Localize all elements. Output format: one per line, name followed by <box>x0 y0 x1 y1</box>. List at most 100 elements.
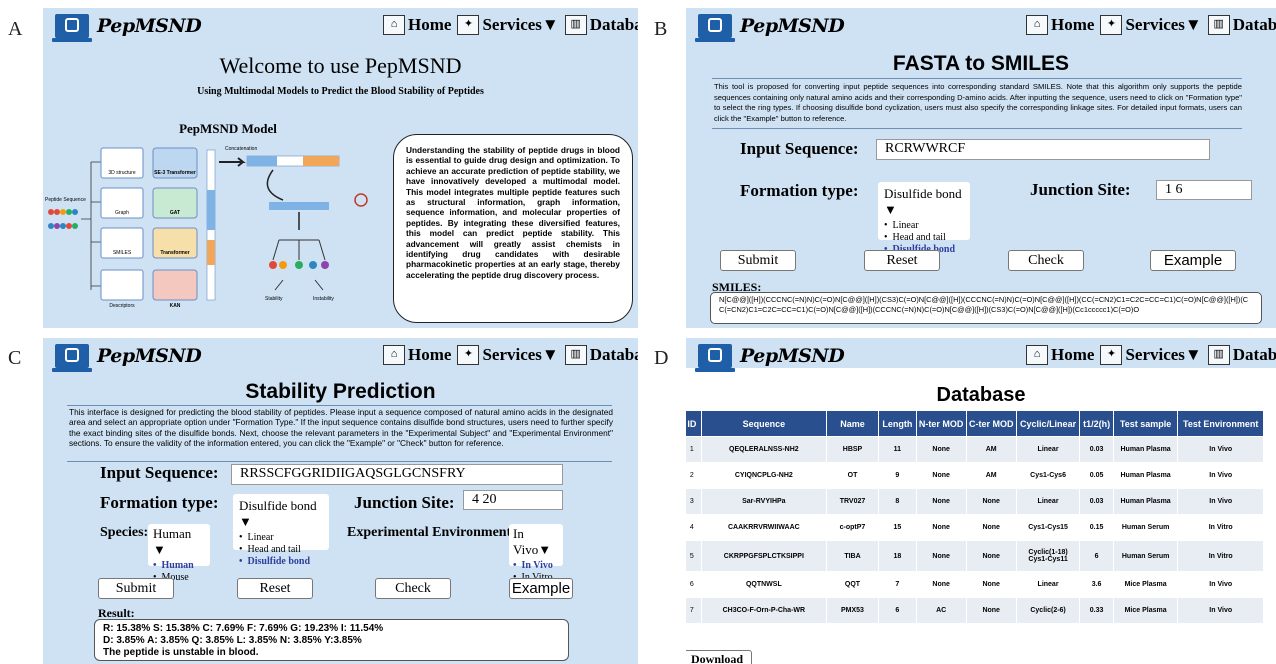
formation-type-label: Formation type: <box>740 181 859 200</box>
panel-database: PepMSND ⌂Home ✦Services▼ ▥Database Datab… <box>686 338 1276 664</box>
species-label: Species: <box>100 525 149 540</box>
table-cell: None <box>915 571 967 598</box>
environment-selected: In Vivo▼ <box>513 526 552 557</box>
table-cell: In Vitro <box>1177 540 1264 572</box>
option-in-vivo[interactable]: In Vivo <box>513 560 559 572</box>
header-logo[interactable]: PepMSND <box>52 344 202 372</box>
panel-label-c: C <box>8 347 22 369</box>
nav-services[interactable]: ✦ Services▼ <box>457 15 559 35</box>
example-button[interactable]: Example <box>509 578 573 599</box>
nav-home[interactable]: ⌂ Home <box>1026 345 1094 365</box>
table-cell: Human Plasma <box>1112 462 1179 489</box>
table-cell: 2 <box>686 462 702 489</box>
table-cell: Human Serum <box>1112 540 1179 572</box>
table-row[interactable]: 4 CAAKRRVRWIIWAAC c-optP7 15 None None Cys1-Cy… <box>686 514 1264 541</box>
col-test-environment[interactable]: Test Environment <box>1177 410 1264 437</box>
table-cell: 0.33 <box>1079 597 1114 624</box>
table-cell: Linear <box>1015 571 1081 598</box>
table-cell: 0.03 <box>1079 436 1114 463</box>
option-head-tail[interactable]: Head and tail <box>239 544 323 556</box>
table-cell: 0.05 <box>1079 462 1114 489</box>
option-human[interactable]: Human <box>153 560 205 572</box>
nav-database[interactable]: ▥Database <box>564 15 638 35</box>
reset-button[interactable]: Reset <box>864 250 940 271</box>
col-cyclic[interactable]: Cyclic/Linear <box>1015 410 1081 437</box>
table-cell: None <box>915 488 967 515</box>
download-button[interactable]: Download <box>686 650 752 664</box>
check-button[interactable]: Check <box>375 578 451 599</box>
check-button[interactable]: Check <box>1008 250 1084 271</box>
table-row[interactable]: 6 QQTNWSL QQT 7 None None Linear 3.6 Mice Plasma… <box>686 571 1264 598</box>
table-cell: 0.15 <box>1079 514 1114 541</box>
formation-type-dropdown[interactable]: Disulfide bond ▼ Linear Head and tail Di… <box>233 494 329 567</box>
table-row[interactable]: 1 QEQLERALNSS-NH2 HBSP 11 None AM Linear 0.03 Hu… <box>686 436 1264 463</box>
laptop-logo-icon <box>695 344 735 372</box>
nav-services[interactable]: ✦ Services▼ <box>1100 15 1202 35</box>
logo-text: PepMSND <box>97 15 202 37</box>
nav-home[interactable]: ⌂ Home <box>1026 15 1094 35</box>
header-logo[interactable]: PepMSND <box>52 14 202 42</box>
table-cell: HBSP <box>825 436 880 463</box>
table-row[interactable]: 7 CH3CO-F-Orn-P-Cha-WR PMX53 6 AC None Cyclic(… <box>686 597 1264 624</box>
nav-home-label: Home <box>1051 15 1095 34</box>
sequence-input[interactable]: RRSSCFGGRIDIIGAQSGLGCNSFRY <box>231 464 563 485</box>
logo-text: PepMSND <box>740 15 845 37</box>
nav-database-label: Database <box>1232 345 1276 364</box>
title-divider <box>712 78 1242 79</box>
result-line-2: D: 3.85% A: 3.85% Q: 3.85% L: 3.85% N: 3… <box>103 635 362 646</box>
table-cell: QEQLERALNSS-NH2 <box>700 436 827 463</box>
formation-type-label: Formation type: <box>100 493 219 512</box>
model-gat: GAT <box>170 210 180 216</box>
option-linear[interactable]: Linear <box>884 220 964 232</box>
junction-site-input[interactable]: 1 6 <box>1156 180 1252 200</box>
nav-home[interactable]: ⌂ Home <box>383 15 451 35</box>
nav-database[interactable]: ▥Database <box>1207 15 1276 35</box>
table-cell: 1 <box>686 436 702 463</box>
submit-button[interactable]: Submit <box>98 578 174 599</box>
formation-type-dropdown[interactable]: Disulfide bond ▼ Linear Head and tail Di… <box>878 182 970 255</box>
col-half-life[interactable]: t1/2(h) <box>1079 410 1114 437</box>
col-name[interactable]: Name <box>825 410 880 437</box>
header-logo[interactable]: PepMSND <box>695 14 845 42</box>
col-test-sample[interactable]: Test sample <box>1112 410 1179 437</box>
col-cter[interactable]: C-ter MOD <box>965 410 1017 437</box>
submit-button[interactable]: Submit <box>720 250 796 271</box>
nav-services[interactable]: ✦ Services▼ <box>1100 345 1202 365</box>
species-dropdown[interactable]: Human ▼ Human Mouse <box>148 524 210 583</box>
option-disulfide[interactable]: Disulfide bond <box>239 556 323 568</box>
smiles-output[interactable]: N[C@@]([H])(CCCNC(=N)N)C(=O)N[C@@]([H])(… <box>710 292 1262 324</box>
option-linear[interactable]: Linear <box>239 532 323 544</box>
option-head-tail[interactable]: Head and tail <box>884 232 964 244</box>
table-cell: Cyclic(1-18) Cys1-Cys11 <box>1015 540 1081 572</box>
col-sequence[interactable]: Sequence <box>700 410 827 437</box>
col-id[interactable]: ID <box>686 410 702 437</box>
species-selected: Human ▼ <box>153 526 192 557</box>
panel-home: PepMSND ⌂Home ✦Services▼ ▥Database Welco… <box>43 8 638 328</box>
home-icon: ⌂ <box>1026 345 1048 365</box>
services-icon: ✦ <box>457 345 480 365</box>
home-icon: ⌂ <box>383 345 405 365</box>
nav-bar: ⌂Home ✦Services▼ ▥Database <box>1026 345 1276 365</box>
table-cell: AM <box>965 462 1017 489</box>
table-row[interactable]: 3 Sar-RVYIHPa TRV027 8 None None Linear 0.03 Hum… <box>686 488 1264 515</box>
table-cell: 9 <box>878 462 917 489</box>
col-length[interactable]: Length <box>878 410 917 437</box>
example-button[interactable]: Example <box>1150 250 1236 271</box>
header-logo[interactable]: PepMSND <box>695 344 845 372</box>
table-row[interactable]: 5 CKRPPGFSPLCTKSIPPI TIBA 18 None None Cyclic(… <box>686 540 1264 572</box>
reset-button[interactable]: Reset <box>237 578 313 599</box>
nav-database[interactable]: ▥Database <box>1207 345 1276 365</box>
nav-database[interactable]: ▥Database <box>564 345 638 365</box>
nav-home[interactable]: ⌂ Home <box>383 345 451 365</box>
junction-site-input[interactable]: 4 20 <box>463 490 563 510</box>
nav-services-label: Services▼ <box>1125 345 1202 364</box>
col-nter[interactable]: N-ter MOD <box>915 410 967 437</box>
page-title: Welcome to use PepMSND <box>219 53 462 78</box>
nav-services[interactable]: ✦ Services▼ <box>457 345 559 365</box>
formation-selected: Disulfide bond ▼ <box>884 186 962 217</box>
sequence-input[interactable]: RCRWWRCF <box>876 139 1210 160</box>
environment-dropdown[interactable]: In Vivo▼ In Vivo In Vitro <box>509 524 563 583</box>
output-stability: Stability <box>265 296 283 302</box>
table-row[interactable]: 2 CYIQNCPLG-NH2 OT 9 None AM Cys1-Cys6 0.05 Huma… <box>686 462 1264 489</box>
junction-site-label: Junction Site: <box>1030 180 1131 199</box>
